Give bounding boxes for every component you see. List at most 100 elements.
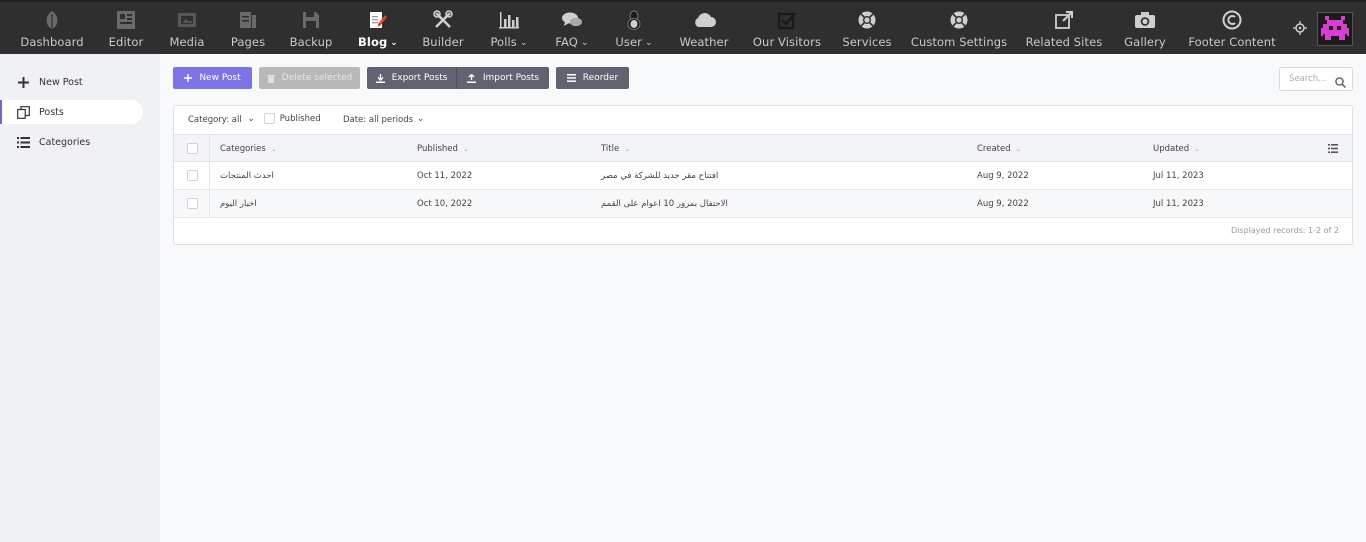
nav-weather-label: Weather xyxy=(679,35,729,49)
category-filter[interactable]: Category: all ⌄ xyxy=(188,114,255,125)
nav-our-visitors-label: Our Visitors xyxy=(752,35,822,49)
published-filter[interactable]: Published xyxy=(264,113,321,124)
media-icon xyxy=(177,8,197,32)
top-navigation-bar: Dashboard Editor Media Pages Backup Blog… xyxy=(0,0,1366,54)
date-filter[interactable]: Date: all periods ⌄ xyxy=(343,114,424,125)
cell-title[interactable]: الاحتفال بمرور 10 اعوام على القمم xyxy=(601,199,728,209)
crosshair-icon[interactable] xyxy=(1293,20,1307,39)
nav-media[interactable]: Media xyxy=(168,8,206,52)
nav-user[interactable]: User ⌄ xyxy=(615,8,653,52)
column-header-published[interactable]: Published ⌄ xyxy=(417,144,469,154)
date-filter-label: Date: xyxy=(343,115,367,125)
cell-updated: Jul 11, 2023 xyxy=(1153,199,1204,209)
cell-updated: Jul 11, 2023 xyxy=(1153,171,1204,181)
lifebuoy-icon xyxy=(949,8,969,32)
nav-custom-settings-label: Custom Settings xyxy=(910,35,1008,49)
nav-dashboard[interactable]: Dashboard xyxy=(20,8,84,52)
sidebar-item-categories[interactable]: Categories xyxy=(0,130,143,154)
search-icon[interactable] xyxy=(1335,73,1346,92)
nav-weather[interactable]: Weather xyxy=(679,8,729,52)
import-posts-button-label: Import Posts xyxy=(482,73,540,83)
nav-user-label: User ⌄ xyxy=(615,35,652,49)
trash-icon xyxy=(266,74,275,83)
nav-faq-text: FAQ xyxy=(555,35,578,49)
nav-blog[interactable]: Blog ⌄ xyxy=(358,8,398,52)
avatar[interactable] xyxy=(1317,12,1353,46)
sidebar-item-label: New Post xyxy=(39,76,83,88)
nav-media-label: Media xyxy=(169,35,205,49)
nav-gallery[interactable]: Gallery xyxy=(1124,8,1166,52)
nav-builder-label: Builder xyxy=(422,35,464,49)
published-filter-label: Published xyxy=(279,114,321,124)
user-icon xyxy=(626,8,642,32)
cell-created: Aug 9, 2022 xyxy=(977,199,1029,209)
nav-user-text: User xyxy=(615,35,642,49)
lifebuoy-icon xyxy=(857,8,877,32)
nav-services[interactable]: Services xyxy=(842,8,892,52)
column-settings-icon[interactable] xyxy=(1328,144,1338,156)
search-box xyxy=(1279,67,1353,91)
nav-footer-content[interactable]: Footer Content xyxy=(1188,8,1276,52)
delete-selected-button-label: Delete selected xyxy=(281,73,353,83)
floppy-icon xyxy=(302,8,320,32)
published-checkbox[interactable] xyxy=(264,113,275,124)
import-posts-button[interactable]: Import Posts xyxy=(457,67,549,89)
chevron-down-icon: ⌄ xyxy=(247,114,255,124)
sidebar-item-posts[interactable]: Posts xyxy=(0,100,143,124)
copyright-icon xyxy=(1222,8,1242,32)
column-header-label: Categories xyxy=(220,144,266,154)
sort-icon: ⌄ xyxy=(270,145,277,153)
new-post-button[interactable]: New Post xyxy=(173,67,252,89)
column-header-categories[interactable]: Categories ⌄ xyxy=(220,144,277,154)
export-posts-button-label: Export Posts xyxy=(391,73,448,83)
nav-editor[interactable]: Editor xyxy=(106,8,146,52)
row-checkbox[interactable] xyxy=(187,170,198,181)
download-icon xyxy=(375,73,385,83)
reorder-button-label: Reorder xyxy=(582,73,619,83)
avatar-pixel-icon xyxy=(1321,16,1349,40)
table-row[interactable]: احدث المنتجات Oct 11, 2022 افتتاح مقر جد… xyxy=(174,162,1352,190)
chevron-down-icon: ⌄ xyxy=(390,38,398,48)
sort-icon: ⌄ xyxy=(1194,145,1201,153)
column-divider xyxy=(209,162,210,189)
blog-edit-icon xyxy=(368,8,388,32)
reorder-button[interactable]: Reorder xyxy=(556,67,629,89)
list-icon xyxy=(566,74,576,82)
column-header-updated[interactable]: Updated ⌄ xyxy=(1153,144,1200,154)
search-input[interactable] xyxy=(1289,74,1333,84)
nav-faq[interactable]: FAQ ⌄ xyxy=(554,8,590,52)
cloud-icon xyxy=(692,8,716,32)
nav-services-label: Services xyxy=(842,35,892,49)
new-post-button-label: New Post xyxy=(199,73,241,83)
nav-editor-label: Editor xyxy=(108,35,144,49)
delete-selected-button[interactable]: Delete selected xyxy=(259,67,360,89)
cell-category: اخبار اليوم xyxy=(220,199,257,209)
column-header-label: Updated xyxy=(1153,144,1190,154)
nav-blog-text: Blog xyxy=(358,35,388,49)
cell-title[interactable]: افتتاح مقر جديد للشركة في مصر xyxy=(601,171,718,181)
column-divider xyxy=(209,135,210,161)
nav-backup-label: Backup xyxy=(289,35,333,49)
sidebar-item-new-post[interactable]: New Post xyxy=(0,70,143,94)
nav-builder[interactable]: Builder xyxy=(422,8,464,52)
nav-custom-settings[interactable]: Custom Settings xyxy=(911,8,1007,52)
bar-chart-icon xyxy=(498,8,520,32)
column-header-created[interactable]: Created ⌄ xyxy=(977,144,1022,154)
nav-pages[interactable]: Pages xyxy=(230,8,266,52)
posts-table-card: Category: all ⌄ Published Date: all peri… xyxy=(173,105,1353,245)
nav-our-visitors[interactable]: Our Visitors xyxy=(752,8,822,52)
table-row[interactable]: اخبار اليوم Oct 10, 2022 الاحتفال بمرور … xyxy=(174,190,1352,218)
export-posts-button[interactable]: Export Posts xyxy=(367,67,456,89)
row-checkbox[interactable] xyxy=(187,198,198,209)
column-header-title[interactable]: Title ⌄ xyxy=(601,144,630,154)
nav-related-sites[interactable]: Related Sites xyxy=(1026,8,1102,52)
nav-pages-label: Pages xyxy=(230,35,266,49)
nav-polls[interactable]: Polls ⌄ xyxy=(488,8,530,52)
nav-backup[interactable]: Backup xyxy=(289,8,333,52)
nav-polls-label: Polls ⌄ xyxy=(490,35,527,49)
category-filter-label: Category: xyxy=(188,115,230,125)
column-header-label: Published xyxy=(417,144,458,154)
date-filter-value: all periods xyxy=(368,115,414,125)
select-all-checkbox[interactable] xyxy=(187,143,198,154)
nav-polls-text: Polls xyxy=(490,35,517,49)
